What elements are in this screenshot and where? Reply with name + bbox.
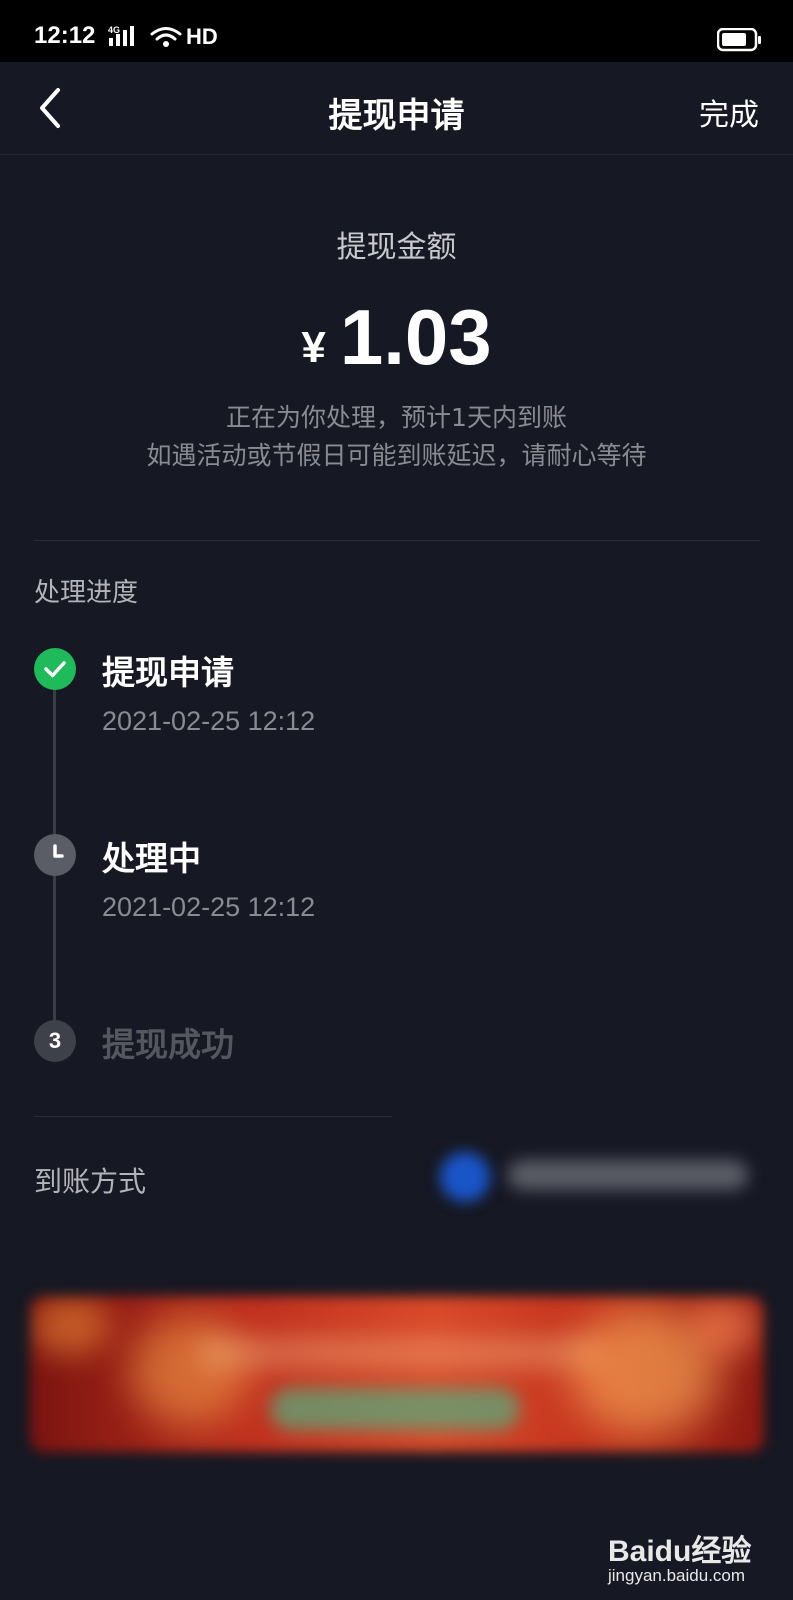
payout-account-blurred bbox=[436, 1146, 756, 1206]
banner-decoration bbox=[690, 1296, 760, 1356]
step-time: 2021-02-25 12:12 bbox=[102, 892, 316, 922]
payout-method-label: 到账方式 bbox=[34, 1165, 147, 1198]
step-number: 3 bbox=[48, 1028, 62, 1053]
progress-title: 处理进度 bbox=[34, 578, 139, 608]
step-title: 提现成功 bbox=[102, 1025, 234, 1064]
watermark-logo: Baidu经验 bbox=[608, 1535, 752, 1568]
banner-button bbox=[270, 1388, 520, 1430]
amount-value: 1.03 bbox=[339, 293, 492, 381]
step-title: 处理中 bbox=[102, 839, 201, 878]
signal-icon: 4G bbox=[108, 24, 144, 52]
divider bbox=[34, 1116, 392, 1117]
status-time: 12:12 bbox=[34, 22, 96, 49]
banner-decoration bbox=[30, 1296, 110, 1356]
watermark: Baidu经验 jingyan.baidu.com bbox=[608, 1526, 778, 1592]
banner-text-blurred bbox=[200, 1336, 600, 1370]
step-number-badge: 3 bbox=[34, 1020, 76, 1062]
done-button[interactable]: 完成 bbox=[699, 90, 759, 134]
currency-symbol: ¥ bbox=[301, 323, 326, 372]
check-icon bbox=[34, 648, 76, 690]
processing-note: 正在为你处理，预计1天内到账 bbox=[226, 403, 567, 432]
amount-label: 提现金额 bbox=[336, 230, 457, 265]
amount-display: ¥1.03 bbox=[0, 292, 793, 383]
step-title: 提现申请 bbox=[102, 653, 234, 692]
clock-icon bbox=[34, 834, 76, 876]
account-avatar-icon bbox=[440, 1152, 490, 1202]
promo-banner[interactable] bbox=[30, 1296, 764, 1452]
nav-bar: 提现申请 完成 bbox=[0, 62, 793, 155]
step-time: 2021-02-25 12:12 bbox=[102, 706, 316, 736]
wifi-icon bbox=[150, 26, 182, 52]
network-type-label: 4G bbox=[108, 25, 120, 35]
battery-icon bbox=[716, 27, 763, 56]
divider bbox=[34, 540, 760, 541]
page-title: 提现申请 bbox=[328, 96, 465, 136]
status-bar: 12:12 4G HD bbox=[0, 0, 793, 62]
account-name-redacted bbox=[508, 1160, 748, 1190]
delay-note: 如遇活动或节假日可能到账延迟，请耐心等待 bbox=[146, 441, 647, 470]
banner-decoration bbox=[130, 1316, 250, 1426]
hd-label: HD bbox=[186, 24, 218, 49]
watermark-url: jingyan.baidu.com bbox=[608, 1566, 746, 1585]
